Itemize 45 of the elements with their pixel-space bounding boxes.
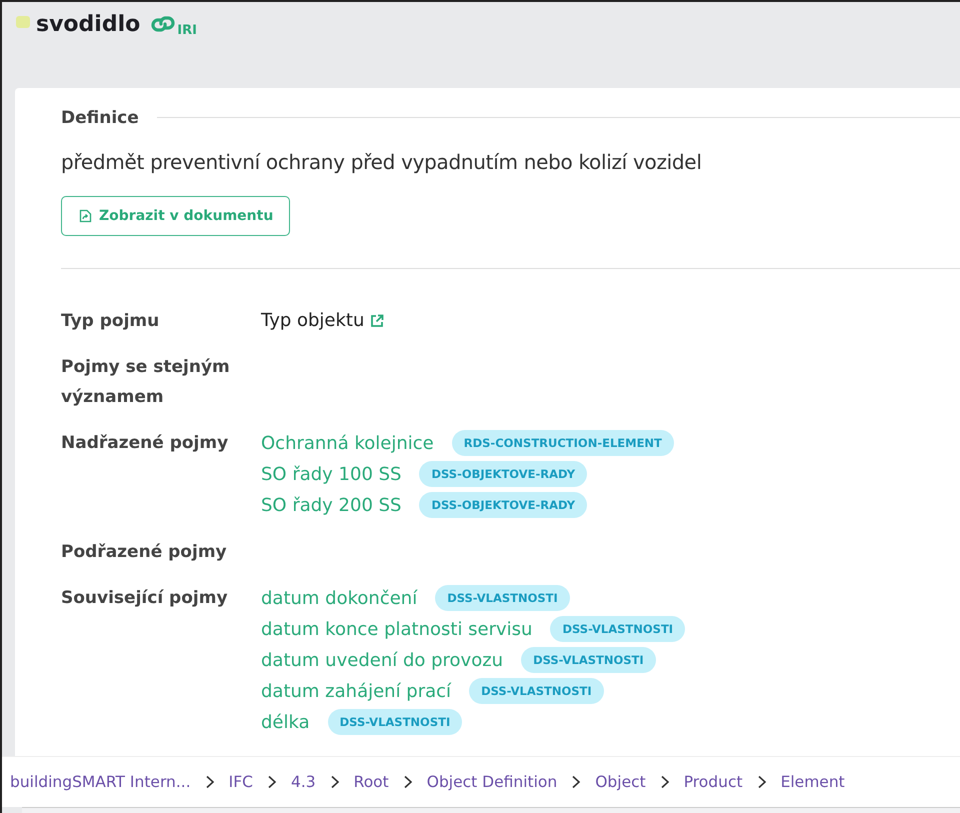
property-label: Typ pojmu [61, 310, 160, 333]
vocabulary-tag: DSS-VLASTNOSTI [550, 616, 686, 642]
chevron-icon [266, 775, 277, 790]
chevron-icon [204, 775, 215, 790]
breadcrumb-link[interactable]: Object [595, 773, 646, 792]
breadcrumb-link[interactable]: IFC [228, 773, 253, 792]
chevron-icon [660, 775, 670, 790]
property-value: Typ objektu [261, 308, 364, 333]
show-in-document-button[interactable]: Zobrazit v dokumentu [61, 196, 290, 236]
external-link-icon[interactable] [369, 312, 386, 329]
property-label: Související pojmy [61, 586, 229, 610]
vocabulary-tag: DSS-VLASTNOSTI [469, 678, 604, 704]
breadcrumb-link[interactable]: Product [684, 773, 743, 792]
concept-link[interactable]: délka [261, 712, 310, 733]
breadcrumb-link[interactable]: buildingSMART Intern... [10, 773, 191, 792]
breadcrumb-link[interactable]: Root [354, 773, 389, 792]
concept-link[interactable]: Ochranná kolejnice [261, 432, 434, 454]
concept-link[interactable]: datum konce platnosti servisu [261, 618, 532, 640]
link-icon [150, 14, 176, 34]
breadcrumb-link[interactable]: 4.3 [290, 773, 316, 792]
chevron-icon [402, 775, 413, 790]
vocabulary-tag: DSS-OBJEKTOVE-RADY [419, 461, 588, 488]
vocabulary-tag: DSS-OBJEKTOVE-RADY [419, 492, 588, 518]
chevron-icon [330, 775, 340, 790]
chevron-icon [571, 775, 582, 790]
concept-link[interactable]: SO řady 200 SS [261, 494, 402, 516]
concept-link[interactable]: datum uvedení do provozu [261, 650, 504, 671]
vocabulary-tag: DSS-VLASTNOSTI [521, 647, 656, 674]
property-label: Pojmy se stejným významem [61, 356, 231, 409]
property-label: Nadřazené pojmy [61, 432, 230, 455]
document-icon [79, 208, 92, 223]
iri-link[interactable]: IRI [150, 14, 197, 34]
definition-text: předmět preventivní ochrany před vypadnutím nebo kolizí vozidel [61, 150, 703, 174]
page-title: svodidlo [36, 12, 140, 37]
vocabulary-tag: DSS-VLASTNOSTI [435, 585, 570, 612]
breadcrumb-link[interactable]: Element [780, 773, 845, 792]
concept-link[interactable]: datum zahájení prací [261, 680, 452, 702]
vocabulary-tag: DSS-VLASTNOSTI [328, 709, 462, 736]
breadcrumb-link[interactable]: Object Definition [426, 773, 558, 792]
property-label: Podřazené pojmy [61, 540, 228, 564]
concept-link[interactable]: datum dokončení [261, 588, 418, 609]
section-heading: Definice [61, 108, 139, 128]
vocabulary-tag: RDS-CONSTRUCTION-ELEMENT [452, 430, 674, 456]
chevron-icon [756, 775, 767, 790]
concept-link[interactable]: SO řady 100 SS [261, 464, 402, 485]
